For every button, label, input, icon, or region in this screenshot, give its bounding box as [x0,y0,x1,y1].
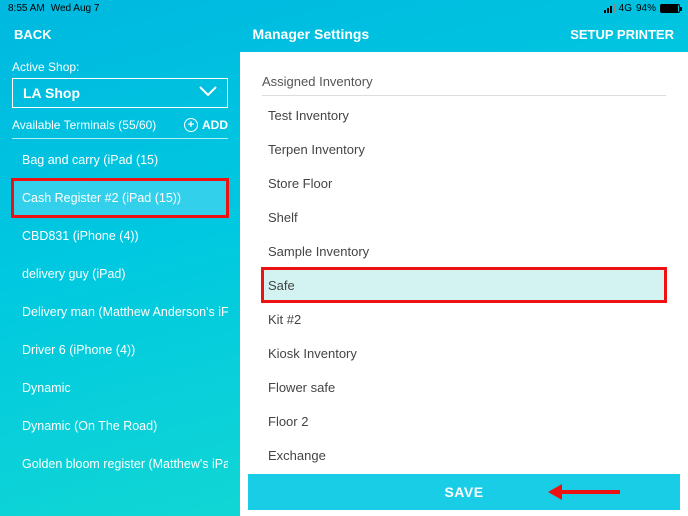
assigned-inventory-title: Assigned Inventory [262,74,666,89]
plus-circle-icon: + [184,118,198,132]
signal-icon [604,4,615,13]
inventory-item[interactable]: Sample Inventory [262,234,666,268]
inventory-item[interactable]: Test Inventory [262,98,666,132]
active-shop-value: LA Shop [23,85,80,101]
inventory-item[interactable]: Exchange [262,438,666,472]
battery-icon [660,4,680,13]
annotation-arrow [548,484,620,500]
back-button[interactable]: BACK [14,27,52,42]
active-shop-label: Active Shop: [12,60,228,74]
status-bar: 8:55 AM Wed Aug 7 4G 94% [0,0,688,16]
inventory-item[interactable]: Shelf [262,200,666,234]
save-button-label: SAVE [444,484,483,500]
terminal-item[interactable]: Golden bloom register (Matthew's iPa [12,445,228,483]
content-panel: Assigned Inventory Test InventoryTerpen … [240,52,688,516]
chevron-down-icon [199,85,217,101]
inventory-item[interactable]: Flower safe [262,370,666,404]
inventory-item[interactable]: Store Floor [262,166,666,200]
save-button[interactable]: SAVE [248,474,680,510]
terminal-item[interactable]: delivery guy (iPad) [12,255,228,293]
divider [262,95,666,96]
terminal-item[interactable]: Driver 6 (iPhone (4)) [12,331,228,369]
inventory-item[interactable]: Safe [262,268,666,302]
inventory-item[interactable]: Kiosk Inventory [262,336,666,370]
add-terminal-label: ADD [202,118,228,132]
inventory-list: Test InventoryTerpen InventoryStore Floo… [262,98,666,472]
status-network: 4G [619,3,632,14]
status-date: Wed Aug 7 [51,3,100,14]
terminal-item[interactable]: Bag and carry (iPad (15) [12,141,228,179]
page-title: Manager Settings [253,26,370,42]
terminal-item[interactable]: Cash Register #2 (iPad (15)) [12,179,228,217]
sidebar: Active Shop: LA Shop Available Terminals… [0,52,240,516]
inventory-item[interactable]: Floor 2 [262,404,666,438]
app-header: BACK Manager Settings SETUP PRINTER [0,16,688,52]
active-shop-select[interactable]: LA Shop [12,78,228,108]
setup-printer-button[interactable]: SETUP PRINTER [570,27,674,42]
terminal-item[interactable]: CBD831 (iPhone (4)) [12,217,228,255]
inventory-item[interactable]: Terpen Inventory [262,132,666,166]
terminal-item[interactable]: Delivery man (Matthew Anderson's iF [12,293,228,331]
add-terminal-button[interactable]: + ADD [184,118,228,132]
available-terminals-label: Available Terminals (55/60) [12,118,156,132]
inventory-item[interactable]: Kit #2 [262,302,666,336]
terminal-item[interactable]: Dynamic (On The Road) [12,407,228,445]
terminal-item[interactable]: Dynamic [12,369,228,407]
status-battery-pct: 94% [636,3,656,14]
status-time: 8:55 AM [8,3,45,14]
terminal-list: Bag and carry (iPad (15)Cash Register #2… [12,141,228,483]
